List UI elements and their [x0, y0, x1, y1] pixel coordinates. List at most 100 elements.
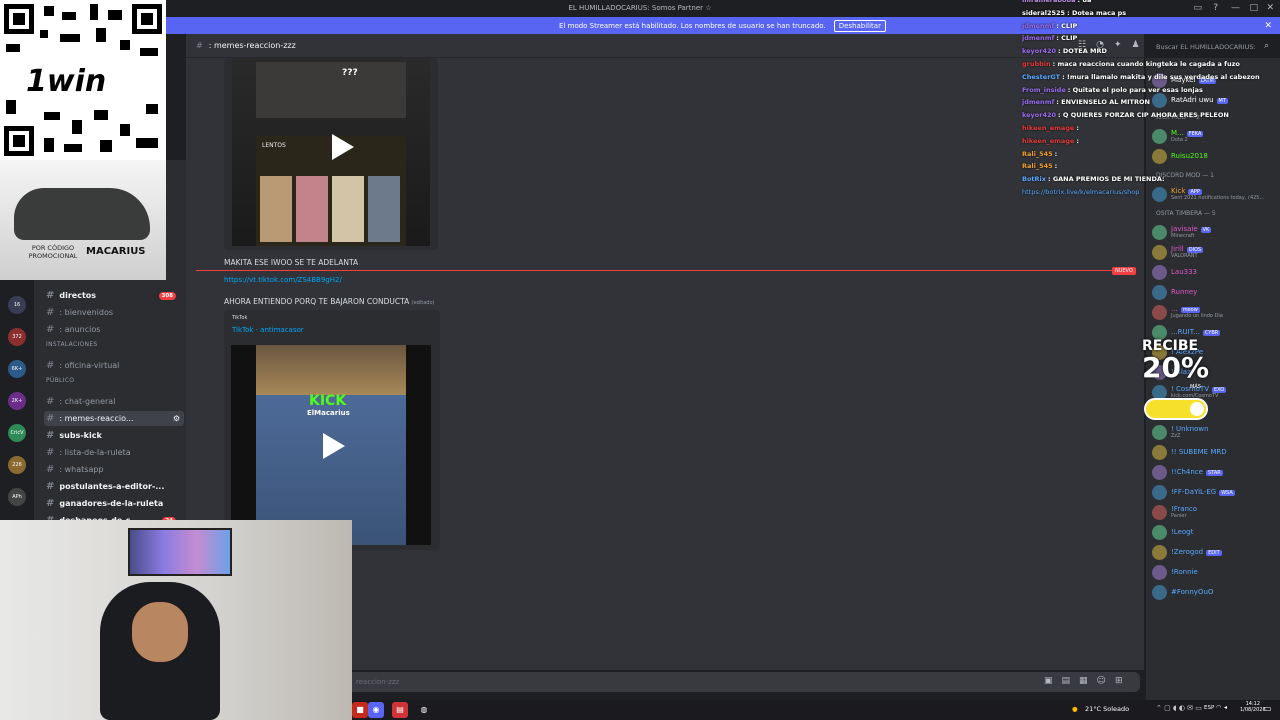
member-item[interactable]: Javisaie VK Minecraft: [1152, 222, 1280, 242]
member-item[interactable]: ! Unknown ZzZ: [1152, 422, 1280, 442]
app-icon[interactable]: ▤: [392, 702, 408, 718]
member-item[interactable]: ... meow Jugando un lindo Dia: [1152, 302, 1280, 322]
thumbnail-person: [260, 176, 292, 242]
member-item[interactable]: !Ronnie: [1152, 562, 1280, 582]
chat-username: Rali_545: [1022, 162, 1053, 171]
member-item[interactable]: !Franco Panier: [1152, 502, 1280, 522]
disable-streamer-mode-button[interactable]: Deshabilitar: [833, 19, 886, 32]
embed-provider: TikTok: [232, 315, 248, 321]
channel-item[interactable]: # ganadores-de-la-ruleta: [44, 496, 184, 511]
member-name: !Leogt: [1171, 528, 1194, 536]
channel-item[interactable]: # directos 308: [44, 288, 184, 303]
message-body: AHORA ENTIENDO PORQ TE BAJARON CONDUCTA: [224, 297, 410, 306]
weather-icon: ●: [1072, 705, 1078, 713]
video-thumbnail[interactable]: KICK ElMacarius: [231, 345, 431, 545]
chat-username: hikeen_emage: [1022, 124, 1075, 132]
language-indicator[interactable]: ESP: [1204, 705, 1214, 711]
tray-icons[interactable]: ⌃ ▢ ◖ ◐ ✉ ▭: [1156, 704, 1202, 712]
chat-username: jdmenmf: [1022, 98, 1055, 107]
avatar: [1152, 224, 1167, 240]
member-status: Panier: [1171, 513, 1187, 519]
member-item[interactable]: !!Ch4nce STAR: [1152, 462, 1280, 482]
member-item[interactable]: !Zerogod EDIT: [1152, 542, 1280, 562]
server-icon[interactable]: APh: [8, 488, 26, 506]
video-caption: ???: [342, 68, 358, 78]
embed-author-link[interactable]: TikTok · antimacasor: [232, 326, 304, 334]
chat-text: :: [1054, 149, 1058, 158]
channel-label: ganadores-de-la-ruleta: [59, 499, 164, 508]
gif-icon[interactable]: ▤: [1062, 676, 1071, 686]
channel-label: subs-kick: [59, 431, 102, 440]
tiktok-embed: TikTok TikTok · antimacasor KICK ElMacar…: [224, 310, 440, 550]
chat-message: jdmenmf: CLIP: [1022, 34, 1077, 42]
category-header[interactable]: PÚBLICO: [46, 377, 74, 384]
sticker-icon[interactable]: ▦: [1079, 676, 1088, 686]
channel-item[interactable]: #: bienvenidos: [44, 305, 184, 320]
chat-text: :: [1076, 124, 1079, 132]
server-icon[interactable]: 226: [8, 456, 26, 474]
chat-message: sideral2525: Dotea maca ps: [1022, 9, 1126, 17]
avatar: [1152, 584, 1167, 600]
volume-icon[interactable]: ◂: [1224, 704, 1227, 711]
chat-message: Rali_545:: [1022, 162, 1057, 170]
channel-item[interactable]: #: whatsapp: [44, 462, 184, 477]
avatar: [1152, 504, 1167, 520]
hash-icon: #: [46, 413, 55, 424]
chat-text: : !mura llamalo makita y dile sus verdad…: [1062, 72, 1260, 81]
server-icon[interactable]: 2K+: [8, 392, 26, 410]
discord-icon[interactable]: ◉: [368, 702, 384, 718]
server-icon[interactable]: CricV: [8, 424, 26, 442]
channel-label: : memes-reaccio...: [59, 414, 134, 423]
member-name-wrap: Runney: [1171, 288, 1197, 296]
apps-icon[interactable]: ⊞: [1115, 676, 1123, 686]
app-icon[interactable]: ■: [352, 702, 368, 718]
channel-item[interactable]: # postulantes-a-editor-...: [44, 479, 184, 494]
chat-text: https://botrix.live/k/elmacarius/shop: [1022, 188, 1140, 196]
chat-message: ChesterGT: !mura llamalo makita y dile s…: [1022, 73, 1260, 81]
channel-item[interactable]: # : memes-reaccio... ⚙: [44, 411, 184, 426]
member-item[interactable]: !Leogt: [1152, 522, 1280, 542]
emoji-icon[interactable]: ☺: [1097, 676, 1106, 686]
chat-message: grubbin: maca reacciona cuando kingteka …: [1022, 60, 1240, 68]
chat-text: : CLIP: [1056, 21, 1078, 30]
server-icon[interactable]: 372: [8, 328, 26, 346]
hash-icon: #: [46, 360, 55, 371]
chat-text: : ua: [1077, 0, 1092, 4]
member-item[interactable]: Jirill DIOS VALORANT: [1152, 242, 1280, 262]
video-thumbnail[interactable]: ??? LENTOS: [232, 58, 430, 246]
chat-text: : Dotea maca ps: [1067, 8, 1127, 17]
channel-item[interactable]: # : oficina-virtual: [44, 358, 184, 373]
stream-chat-overlay: mirameraboba: ua sideral2525: Dotea maca …: [1018, 0, 1280, 200]
chat-message: BotRix: GANA PREMIOS DE MI TIENDA:: [1022, 175, 1165, 183]
member-item[interactable]: Lau333: [1152, 262, 1280, 282]
play-icon[interactable]: [323, 433, 345, 459]
gift-icon[interactable]: ▣: [1044, 676, 1053, 686]
channel-item[interactable]: # subs-kick: [44, 428, 184, 443]
member-item[interactable]: #FonnyOuO: [1152, 582, 1280, 602]
channel-item[interactable]: #: lista-de-la-ruleta: [44, 445, 184, 460]
chat-username: Rali_545: [1022, 149, 1053, 158]
settings-icon[interactable]: ⚙: [173, 414, 180, 423]
clock[interactable]: 14:12 1/08/2026: [1240, 701, 1266, 713]
notifications-icon[interactable]: ▭: [1264, 704, 1272, 713]
obs-icon[interactable]: ◍: [416, 702, 432, 718]
server-icon[interactable]: 16: [8, 296, 26, 314]
channel-item[interactable]: #: chat-general: [44, 394, 184, 409]
member-item[interactable]: Runney: [1152, 282, 1280, 302]
chat-message: https://botrix.live/k/elmacarius/shop: [1022, 188, 1139, 196]
network-icon[interactable]: ◠: [1216, 704, 1221, 711]
avatar: [1152, 524, 1167, 540]
channel-item[interactable]: #: anuncios: [44, 322, 184, 337]
hash-icon: #: [46, 307, 55, 318]
member-item[interactable]: !! SUBEME MRD: [1152, 442, 1280, 462]
channel-label: : chat-general: [59, 397, 116, 406]
member-item[interactable]: !FF-DaYiL-EG WSA: [1152, 482, 1280, 502]
server-icon[interactable]: 6K+: [8, 360, 26, 378]
channel-label: : oficina-virtual: [59, 361, 120, 370]
car-image: [14, 188, 150, 240]
member-name: ! Unknown: [1171, 425, 1209, 433]
play-icon[interactable]: [332, 134, 354, 160]
tiktok-link[interactable]: https://vt.tiktok.com/ZS4BB9gH2/: [224, 276, 342, 284]
category-header[interactable]: INSTALACIONES: [46, 341, 98, 348]
member-status: VALORANT: [1171, 253, 1198, 259]
